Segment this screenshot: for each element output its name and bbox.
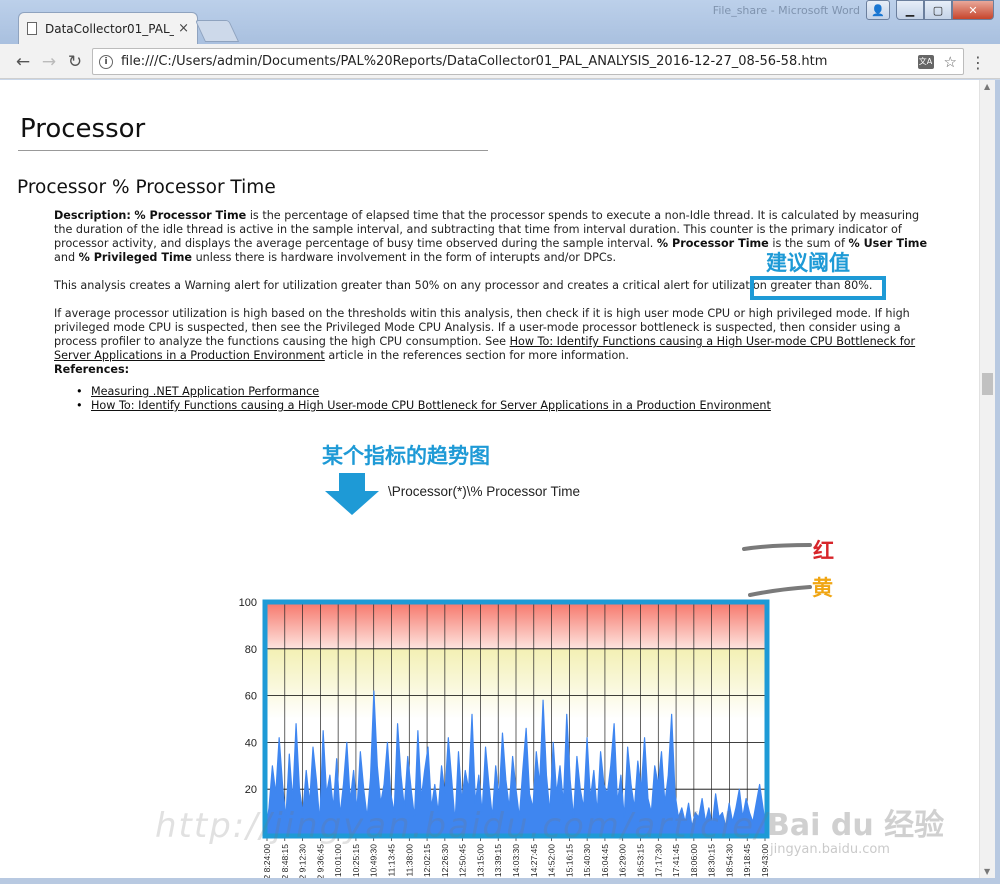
page-info-icon[interactable]: i bbox=[99, 54, 113, 69]
x-tick-label: 2016/12/22 18:30:15 bbox=[707, 844, 717, 878]
counter-name: % Processor Time bbox=[134, 209, 247, 222]
baidu-watermark-logo: Bai du 经验 bbox=[767, 808, 945, 843]
x-tick-label: 2016/12/22 15:16:15 bbox=[564, 844, 574, 878]
annotation-threshold-label: 建议阈值 bbox=[766, 251, 850, 275]
reference-link-2[interactable]: How To: Identify Functions causing a Hig… bbox=[91, 399, 771, 412]
x-tick-label: 2016/12/22 15:40:30 bbox=[582, 844, 592, 878]
x-tick-label: 2016/12/22 11:13:45 bbox=[387, 844, 397, 878]
watermark-url: http://jingyan.baidu.com/article/ bbox=[155, 806, 769, 846]
vertical-scrollbar[interactable]: ▲ ▼ bbox=[979, 80, 995, 878]
user-time-label: % User Time bbox=[848, 237, 928, 250]
x-tick-label: 2016/12/22 12:50:45 bbox=[458, 844, 468, 878]
x-tick-label: 2016/12/22 12:02:15 bbox=[422, 844, 432, 878]
counter-name-2: % Processor Time bbox=[656, 237, 769, 250]
x-tick-label: 2016/12/22 10:49:30 bbox=[369, 844, 379, 878]
annotation-threshold-box bbox=[750, 276, 886, 300]
maximize-button[interactable]: ▢ bbox=[924, 0, 952, 20]
page-viewport: Processor Processor % Processor Time Des… bbox=[0, 80, 979, 878]
annotation-trend-label: 某个指标的趋势图 bbox=[322, 444, 490, 468]
references-label: References: bbox=[54, 363, 130, 376]
back-button[interactable]: ← bbox=[12, 51, 34, 73]
address-bar[interactable]: i file:///C:/Users/admin/Documents/PAL%2… bbox=[92, 48, 964, 75]
x-tick-label: 2016/12/22 13:39:15 bbox=[493, 844, 503, 878]
close-button[interactable]: ✕ bbox=[952, 0, 994, 20]
chart-title: \Processor(*)\% Processor Time bbox=[388, 484, 581, 499]
x-tick-label: 2016/12/22 10:25:15 bbox=[351, 844, 361, 878]
x-tick-label: 2016/12/22 9:36:45 bbox=[315, 844, 325, 878]
description-text-4: unless there is hardware involvement in … bbox=[192, 251, 617, 264]
new-tab-button[interactable] bbox=[194, 20, 240, 42]
x-tick-label: 2016/12/22 14:52:00 bbox=[547, 844, 557, 878]
y-tick-label: 40 bbox=[245, 737, 257, 749]
section-heading: Processor % Processor Time bbox=[17, 177, 276, 198]
description-label: Description: bbox=[54, 209, 131, 222]
scroll-up-icon[interactable]: ▲ bbox=[984, 82, 990, 91]
x-tick-label: 2016/12/22 18:54:30 bbox=[724, 844, 734, 878]
bookmark-star-icon[interactable]: ☆ bbox=[944, 53, 957, 71]
window-titlebar: DataCollector01_PAL_A × File_share - Mic… bbox=[0, 0, 1000, 44]
window-frame-right bbox=[995, 80, 1000, 878]
reference-link-1[interactable]: Measuring .NET Application Performance bbox=[91, 385, 319, 398]
baidu-watermark-sub: jingyan.baidu.com bbox=[770, 842, 890, 857]
x-tick-label: 2016/12/22 17:17:30 bbox=[653, 844, 663, 878]
window-frame-bottom bbox=[0, 878, 1000, 884]
tab-title: DataCollector01_PAL_A bbox=[45, 21, 175, 36]
annotation-pointer-lines bbox=[742, 543, 812, 597]
x-tick-label: 2016/12/22 19:43:00 bbox=[760, 844, 770, 878]
browser-tab[interactable]: DataCollector01_PAL_A × bbox=[18, 12, 198, 44]
browser-menu-icon[interactable]: ⋮ bbox=[970, 53, 986, 72]
reload-button[interactable]: ↻ bbox=[64, 51, 86, 73]
scroll-down-icon[interactable]: ▼ bbox=[984, 867, 990, 876]
advice-paragraph: If average processor utilization is high… bbox=[54, 307, 932, 377]
x-tick-label: 2016/12/22 8:24:00 bbox=[262, 844, 272, 878]
browser-toolbar: ← → ↻ i file:///C:/Users/admin/Documents… bbox=[0, 44, 1000, 79]
url-text[interactable]: file:///C:/Users/admin/Documents/PAL%20R… bbox=[121, 54, 918, 69]
page-heading: Processor bbox=[20, 114, 146, 144]
annotation-down-arrow-icon bbox=[325, 473, 379, 515]
x-tick-label: 2016/12/22 19:18:45 bbox=[742, 844, 752, 878]
y-tick-label: 20 bbox=[245, 784, 257, 796]
heading-rule bbox=[18, 150, 488, 151]
scroll-thumb[interactable] bbox=[982, 373, 993, 395]
advice-text-2: article in the references section for mo… bbox=[324, 349, 629, 362]
y-tick-label: 60 bbox=[245, 691, 257, 703]
references-list: Measuring .NET Application Performance H… bbox=[74, 385, 771, 413]
user-profile-icon[interactable]: 👤 bbox=[866, 0, 890, 20]
tab-close-icon[interactable]: × bbox=[178, 21, 189, 36]
x-tick-label: 2016/12/22 16:53:15 bbox=[636, 844, 646, 878]
x-tick-label: 2016/12/22 14:27:45 bbox=[529, 844, 539, 878]
x-tick-label: 2016/12/22 17:41:45 bbox=[671, 844, 681, 878]
x-tick-label: 2016/12/22 11:38:00 bbox=[404, 844, 414, 878]
description-text-3: and bbox=[54, 251, 79, 264]
x-tick-label: 2016/12/22 14:03:30 bbox=[511, 844, 521, 878]
y-tick-label: 80 bbox=[245, 644, 257, 656]
translate-icon[interactable]: 文A bbox=[917, 54, 934, 69]
privileged-time-label: % Privileged Time bbox=[78, 251, 193, 264]
x-tick-label: 2016/12/22 18:06:00 bbox=[689, 844, 699, 878]
x-tick-label: 2016/12/22 12:26:30 bbox=[440, 844, 450, 878]
x-tick-label: 2016/12/22 10:01:00 bbox=[333, 844, 343, 878]
window-controls: 👤 ▁ ▢ ✕ bbox=[866, 0, 994, 20]
reference-item: How To: Identify Functions causing a Hig… bbox=[74, 399, 771, 413]
reference-item: Measuring .NET Application Performance bbox=[74, 385, 771, 399]
forward-button[interactable]: → bbox=[38, 51, 60, 73]
x-tick-label: 2016/12/22 16:04:45 bbox=[600, 844, 610, 878]
x-tick-label: 2016/12/22 16:29:00 bbox=[618, 844, 628, 878]
y-tick-label: 100 bbox=[239, 597, 257, 609]
annotation-red-label: 红 bbox=[813, 539, 834, 563]
x-tick-label: 2016/12/22 8:48:15 bbox=[280, 844, 290, 878]
x-tick-label: 2016/12/22 13:15:00 bbox=[475, 844, 485, 878]
x-tick-label: 2016/12/22 9:12:30 bbox=[298, 844, 308, 878]
minimize-button[interactable]: ▁ bbox=[896, 0, 924, 20]
annotation-yellow-label: 黄 bbox=[812, 576, 833, 600]
background-window-title: File_share - Microsoft Word bbox=[712, 4, 860, 17]
document-icon bbox=[27, 22, 37, 35]
